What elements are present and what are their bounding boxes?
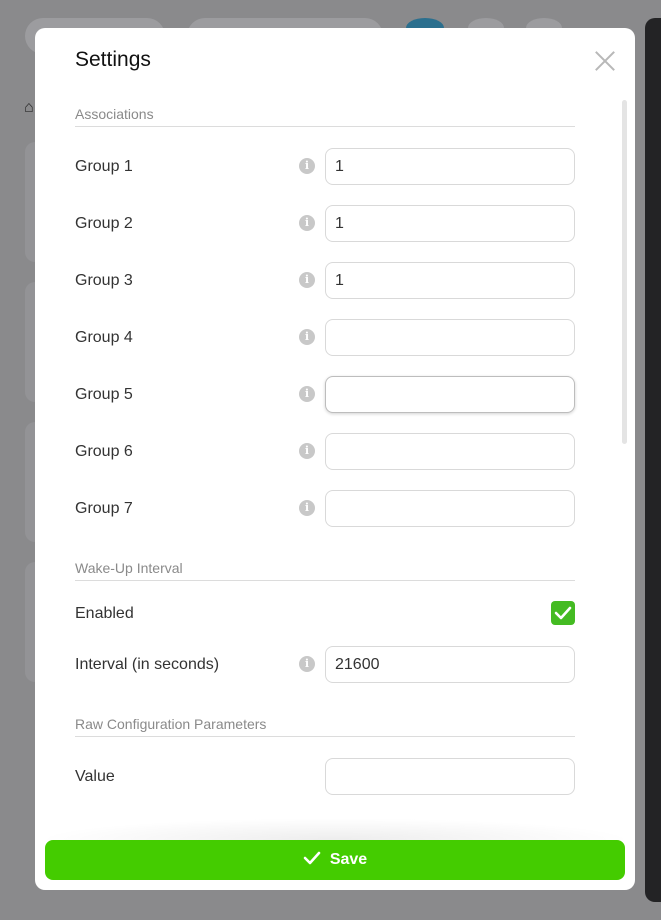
section-divider [75,126,575,127]
enabled-checkbox[interactable] [551,601,575,625]
group-3-label: Group 3 [75,272,133,289]
info-icon[interactable]: i [299,656,315,672]
raw-value-input[interactable] [325,758,575,795]
background-side-panel [645,18,661,902]
group-4-input[interactable] [325,319,575,356]
enabled-label: Enabled [75,605,134,622]
section-title-raw-config: Raw Configuration Parameters [75,716,267,732]
section-divider [75,580,575,581]
scroll-fade [35,818,635,840]
group-2-label: Group 2 [75,215,133,232]
group-7-input[interactable] [325,490,575,527]
section-title-associations: Associations [75,106,154,122]
section-divider [75,736,575,737]
info-icon[interactable]: i [299,386,315,402]
group-6-input[interactable] [325,433,575,470]
checkmark-icon [554,606,572,620]
close-icon[interactable] [593,48,617,72]
interval-label: Interval (in seconds) [75,656,220,673]
scrollbar[interactable] [622,100,627,444]
interval-input[interactable] [325,646,575,683]
group-3-input[interactable] [325,262,575,299]
info-icon[interactable]: i [299,500,315,516]
group-1-input[interactable] [325,148,575,185]
group-4-label: Group 4 [75,329,133,346]
info-icon[interactable]: i [299,158,315,174]
info-icon[interactable]: i [299,329,315,345]
group-7-label: Group 7 [75,500,133,517]
group-1-label: Group 1 [75,158,133,175]
save-button[interactable]: Save [45,840,625,880]
info-icon[interactable]: i [299,272,315,288]
info-icon[interactable]: i [299,443,315,459]
modal-title: Settings [75,48,151,71]
group-5-input[interactable] [325,376,575,413]
group-5-label: Group 5 [75,386,133,403]
info-icon[interactable]: i [299,215,315,231]
check-icon [303,851,321,870]
value-label: Value [75,768,115,785]
group-6-label: Group 6 [75,443,133,460]
group-2-input[interactable] [325,205,575,242]
settings-modal: Settings Associations Group 1 i Group 2 … [35,28,635,890]
section-title-wake-up: Wake-Up Interval [75,560,183,576]
save-label: Save [329,851,368,868]
